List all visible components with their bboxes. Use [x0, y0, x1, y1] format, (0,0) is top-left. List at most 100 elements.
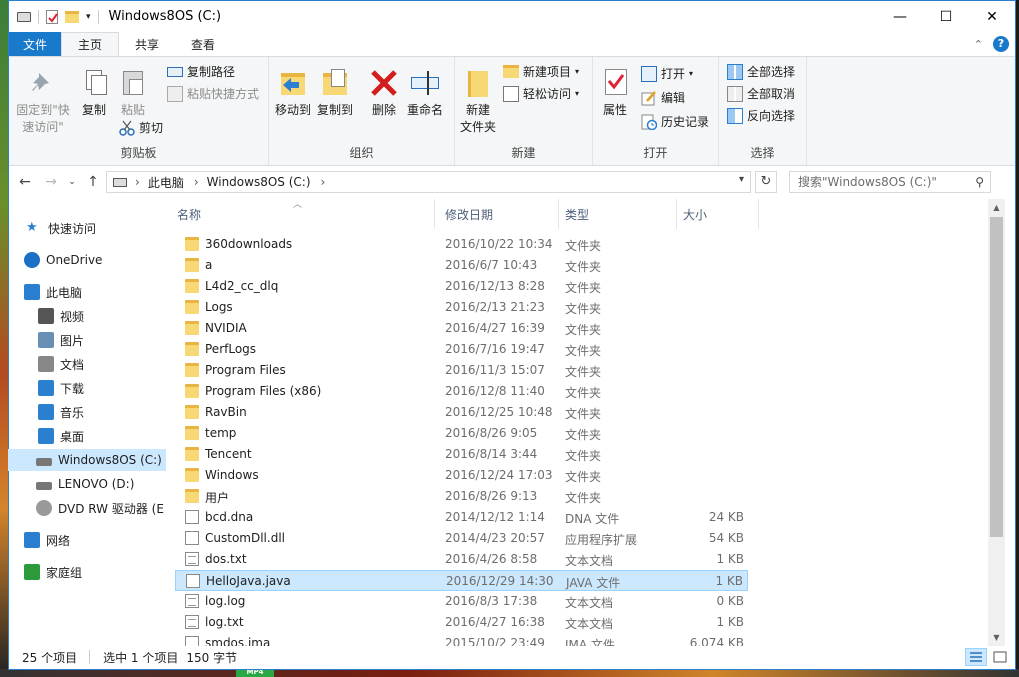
table-row[interactable]: Program Files (x86) 2016/12/8 11:40 文件夹: [175, 381, 748, 402]
table-row[interactable]: L4d2_cc_dlq 2016/12/13 8:28 文件夹: [175, 276, 748, 297]
table-row[interactable]: 用户 2016/8/26 9:13 文件夹: [175, 486, 748, 507]
ribbon: 固定到"快速访问" 复制 粘贴 复制路径 粘贴快捷方式 剪切 剪贴板 移动到 复…: [9, 56, 1015, 166]
forward-button[interactable]: →: [41, 174, 61, 190]
table-row[interactable]: Program Files 2016/11/3 15:07 文件夹: [175, 360, 748, 381]
column-header-size[interactable]: 大小: [677, 199, 759, 229]
select-all-label: 全部选择: [747, 65, 796, 79]
file-date: 2016/12/13 8:28: [445, 279, 545, 293]
paste-shortcut-button[interactable]: 粘贴快捷方式: [167, 85, 259, 102]
back-button[interactable]: ←: [15, 174, 35, 190]
sidebar-item[interactable]: 家庭组: [8, 561, 166, 583]
sidebar-item[interactable]: 下载: [8, 377, 166, 399]
table-row[interactable]: CustomDll.dll 2014/4/23 20:57 应用程序扩展 54 KB: [175, 528, 748, 549]
copy-path-button[interactable]: 复制路径: [167, 63, 235, 80]
table-row[interactable]: log.log 2016/8/3 17:38 文本文档 0 KB: [175, 591, 748, 612]
details-view-icon[interactable]: [965, 648, 987, 666]
sidebar-item[interactable]: 音乐: [8, 401, 166, 423]
new-item-icon: [503, 65, 519, 78]
table-row[interactable]: Windows 2016/12/24 17:03 文件夹: [175, 465, 748, 486]
table-row[interactable]: HelloJava.java 2016/12/29 14:30 JAVA 文件 1 K…: [175, 570, 748, 591]
tab-view[interactable]: 查看: [175, 32, 231, 56]
sidebar-item[interactable]: 文档: [8, 353, 166, 375]
sidebar-item[interactable]: LENOVO (D:): [8, 473, 166, 495]
sidebar-item[interactable]: OneDrive: [8, 249, 166, 271]
sidebar-item[interactable]: 此电脑: [8, 281, 166, 303]
paste-button[interactable]: 粘贴: [115, 67, 151, 119]
breadcrumb-drive-c[interactable]: Windows8OS (C:): [207, 175, 311, 189]
scroll-up-icon[interactable]: ▲: [988, 199, 1005, 216]
sidebar-item[interactable]: 桌面: [8, 425, 166, 447]
maximize-button[interactable]: ☐: [923, 1, 969, 32]
table-row[interactable]: NVIDIA 2016/4/27 16:39 文件夹: [175, 318, 748, 339]
delete-button[interactable]: 删除: [369, 67, 399, 119]
scrollbar-thumb[interactable]: [990, 217, 1003, 537]
sidebar-item[interactable]: 网络: [8, 529, 166, 551]
cut-button[interactable]: 剪切: [119, 119, 163, 136]
table-row[interactable]: PerfLogs 2016/7/16 19:47 文件夹: [175, 339, 748, 360]
open-button[interactable]: 打开 ▾: [641, 65, 693, 82]
search-placeholder: 搜索"Windows8OS (C:)": [798, 175, 937, 189]
scroll-down-icon[interactable]: ▼: [988, 629, 1005, 646]
new-folder-button[interactable]: 新建 文件夹: [459, 67, 497, 136]
rename-button[interactable]: 重命名: [405, 67, 445, 119]
table-row[interactable]: smdos.ima 2015/10/2 23:49 IMA 文件 6,074 KB: [175, 633, 748, 646]
history-button[interactable]: 历史记录: [641, 113, 709, 130]
recent-locations-button[interactable]: ⌄: [67, 177, 77, 187]
file-type: 文件夹: [565, 260, 602, 274]
new-folder-icon[interactable]: [65, 10, 79, 23]
tab-home[interactable]: 主页: [61, 32, 120, 56]
new-item-button[interactable]: 新建项目 ▾: [503, 63, 579, 80]
ribbon-collapse-icon[interactable]: ⌃: [974, 38, 983, 51]
column-header-type[interactable]: 类型: [559, 199, 677, 229]
move-to-button[interactable]: 移动到: [275, 67, 311, 119]
table-row[interactable]: a 2016/6/7 10:43 文件夹: [175, 255, 748, 276]
copy-to-button[interactable]: 复制到: [317, 67, 353, 119]
sidebar-item[interactable]: ★ 快速访问: [8, 217, 166, 239]
easy-access-button[interactable]: 轻松访问 ▾: [503, 85, 579, 102]
properties-button[interactable]: 属性: [597, 67, 633, 119]
table-row[interactable]: temp 2016/8/26 9:05 文件夹: [175, 423, 748, 444]
breadcrumb-this-pc[interactable]: 此电脑: [148, 174, 184, 191]
vertical-scrollbar[interactable]: ▲ ▼: [988, 199, 1005, 646]
select-none-button[interactable]: 全部取消: [727, 85, 795, 102]
large-icons-view-icon[interactable]: [989, 648, 1011, 666]
pin-quick-access-button[interactable]: 固定到"快速访问": [13, 67, 73, 136]
sidebar-item[interactable]: DVD RW 驱动器 (E: [8, 497, 166, 519]
close-button[interactable]: ✕: [969, 1, 1015, 32]
up-button[interactable]: ↑: [83, 174, 103, 190]
window-controls: — ☐ ✕: [877, 1, 1015, 32]
sidebar-item[interactable]: 视频: [8, 305, 166, 327]
file-date: 2014/12/12 1:14: [445, 510, 545, 524]
file-type: JAVA 文件: [566, 576, 621, 590]
chevron-down-icon[interactable]: ▾: [86, 12, 91, 22]
table-row[interactable]: Tencent 2016/8/14 3:44 文件夹: [175, 444, 748, 465]
sidebar-item[interactable]: 图片: [8, 329, 166, 351]
invert-selection-button[interactable]: 反向选择: [727, 107, 795, 124]
refresh-button[interactable]: ↻: [755, 171, 777, 193]
tab-file[interactable]: 文件: [9, 32, 62, 56]
sidebar-item[interactable]: Windows8OS (C:): [8, 449, 166, 471]
select-all-button[interactable]: 全部选择: [727, 63, 795, 80]
minimize-button[interactable]: —: [877, 1, 923, 32]
item-count: 25 个项目: [22, 650, 78, 665]
search-input[interactable]: 搜索"Windows8OS (C:)" ⚲: [789, 171, 991, 193]
help-icon[interactable]: ?: [993, 36, 1009, 52]
column-header-date[interactable]: 修改日期: [439, 199, 559, 229]
table-row[interactable]: bcd.dna 2014/12/12 1:14 DNA 文件 24 KB: [175, 507, 748, 528]
homegroup-icon: [24, 564, 40, 580]
properties-icon[interactable]: [46, 9, 58, 24]
chevron-down-icon[interactable]: ▾: [739, 174, 744, 185]
table-row[interactable]: log.txt 2016/4/27 16:38 文本文档 1 KB: [175, 612, 748, 633]
sidebar-item-label: DVD RW 驱动器 (E: [58, 501, 164, 516]
drive-icon[interactable]: [17, 11, 31, 22]
column-header-name[interactable]: 名称 ︿: [171, 199, 435, 229]
copy-button[interactable]: 复制: [77, 67, 111, 119]
table-row[interactable]: RavBin 2016/12/25 10:48 文件夹: [175, 402, 748, 423]
table-row[interactable]: Logs 2016/2/13 21:23 文件夹: [175, 297, 748, 318]
address-bar[interactable]: › 此电脑 › Windows8OS (C:) › ▾: [106, 171, 751, 193]
edit-button[interactable]: 编辑: [641, 89, 685, 106]
search-icon: ⚲: [975, 175, 984, 189]
table-row[interactable]: dos.txt 2016/4/26 8:58 文本文档 1 KB: [175, 549, 748, 570]
tab-share[interactable]: 共享: [119, 32, 175, 56]
table-row[interactable]: 360downloads 2016/10/22 10:34 文件夹: [175, 234, 748, 255]
